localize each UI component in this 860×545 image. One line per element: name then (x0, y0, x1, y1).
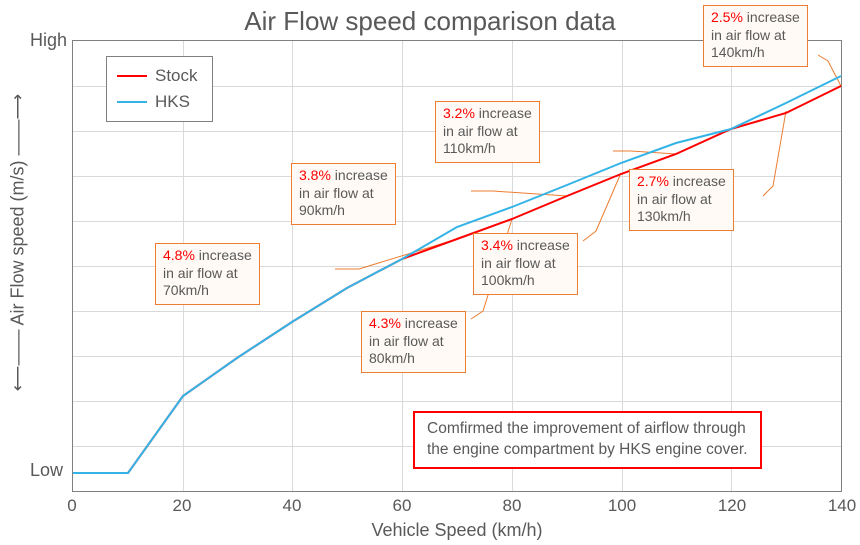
x-tick: 120 (718, 496, 746, 516)
y-tick-low: Low (30, 460, 63, 481)
y-axis-label-wrap: ⟵―― Air Flow speed (m/s) ――⟶ (6, 0, 30, 485)
legend-item-stock: Stock (117, 63, 198, 89)
chart-container: Air Flow speed comparison data ⟵―― Air F… (0, 0, 860, 545)
annot-100: 3.4% increasein air flow at100km/h (473, 233, 578, 295)
x-tick: 0 (67, 496, 76, 516)
annot-70: 4.8% increasein air flow at70km/h (155, 243, 260, 305)
legend-label-hks: HKS (155, 89, 190, 115)
annot-80: 4.3% increasein air flow at80km/h (361, 311, 466, 373)
legend-label-stock: Stock (155, 63, 198, 89)
annot-110: 3.2% increasein air flow at110km/h (435, 101, 540, 163)
x-tick: 100 (608, 496, 636, 516)
x-tick: 80 (503, 496, 522, 516)
x-tick: 140 (828, 496, 856, 516)
annot-130: 2.7% increasein air flow at130km/h (629, 169, 734, 231)
caption-box: Comfirmed the improvement of airflow thr… (413, 411, 762, 469)
annot-90: 3.8% increasein air flow at90km/h (291, 163, 396, 225)
x-tick: 40 (283, 496, 302, 516)
legend: Stock HKS (106, 56, 213, 122)
legend-swatch-hks (117, 101, 147, 103)
legend-item-hks: HKS (117, 89, 198, 115)
x-tick: 20 (173, 496, 192, 516)
x-axis-label: Vehicle Speed (km/h) (72, 520, 842, 541)
x-tick: 60 (393, 496, 412, 516)
y-axis-label: ⟵―― Air Flow speed (m/s) ――⟶ (8, 94, 29, 392)
x-axis-ticks: 0 20 40 60 80 100 120 140 (72, 496, 842, 516)
legend-swatch-stock (117, 75, 147, 77)
annot-140: 2.5% increasein air flow at140km/h (703, 5, 808, 67)
y-tick-high: High (30, 30, 67, 51)
